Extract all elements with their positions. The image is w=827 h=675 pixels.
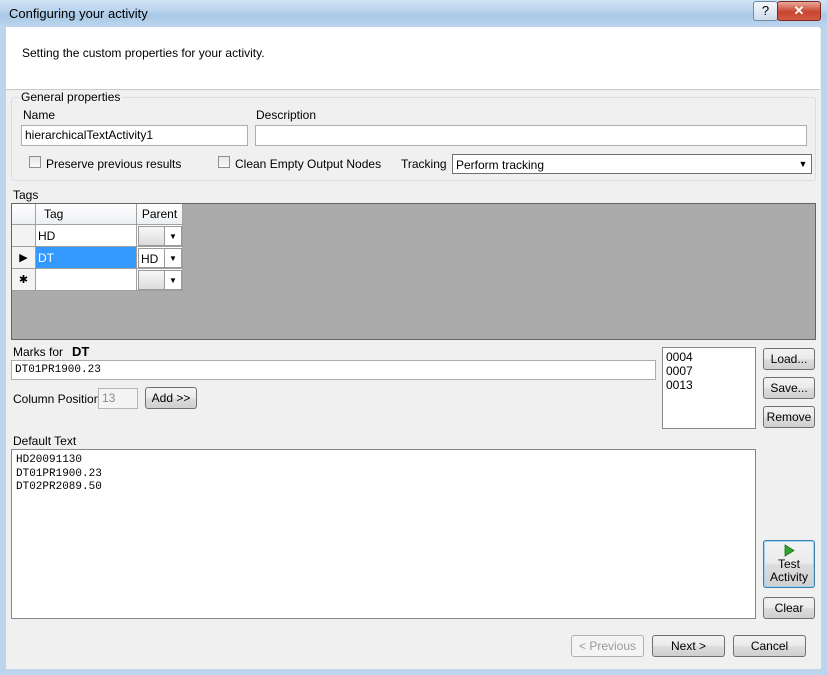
save-button[interactable]: Save...: [763, 377, 815, 399]
remove-button[interactable]: Remove: [763, 406, 815, 428]
load-button[interactable]: Load...: [763, 348, 815, 370]
default-text-area[interactable]: HD20091130 DT01PR1900.23 DT02PR2089.50: [11, 449, 756, 619]
preserve-results-label: Preserve previous results: [46, 157, 182, 171]
column-header-tag[interactable]: Tag: [36, 204, 137, 225]
add-mark-button[interactable]: Add >>: [145, 387, 197, 409]
tracking-label: Tracking: [401, 157, 447, 171]
header-description: Setting the custom properties for your a…: [22, 46, 265, 60]
name-input[interactable]: hierarchicalTextActivity1: [21, 125, 248, 146]
tag-cell[interactable]: HD: [36, 225, 137, 247]
chevron-down-icon: ▼: [164, 271, 181, 289]
general-properties-title: General properties: [19, 90, 123, 104]
column-position-input[interactable]: 13: [98, 388, 138, 409]
chevron-down-icon: ▼: [798, 159, 808, 169]
row-header-current[interactable]: ▶: [12, 247, 36, 269]
close-button[interactable]: ✕: [777, 1, 821, 21]
chevron-down-icon: ▼: [164, 249, 181, 267]
new-row-header[interactable]: ✱: [12, 269, 36, 291]
default-text-label: Default Text: [13, 434, 77, 448]
marks-for-tag: DT: [72, 344, 90, 359]
grid-corner-header: [12, 204, 36, 225]
marks-list[interactable]: 0004 0007 0013: [662, 347, 756, 429]
tags-label: Tags: [13, 188, 39, 202]
list-item[interactable]: 0007: [666, 364, 752, 378]
window-border-left: [0, 27, 6, 675]
window-title: Configuring your activity: [9, 6, 148, 21]
tags-grid[interactable]: Tag Parent HD ▼ ▶ DT HD ▼ ✱ ▼: [11, 203, 816, 340]
preserve-results-checkbox[interactable]: [29, 156, 41, 168]
parent-select[interactable]: ▼: [138, 226, 182, 246]
description-input[interactable]: [255, 125, 807, 146]
clean-empty-nodes-checkbox[interactable]: [218, 156, 230, 168]
window-border-bottom: [0, 669, 827, 675]
close-icon: ✕: [793, 3, 805, 18]
tracking-select[interactable]: Perform tracking ▼: [452, 154, 812, 174]
tag-cell-selected[interactable]: DT: [36, 247, 137, 269]
previous-button[interactable]: < Previous: [571, 635, 644, 657]
cancel-button[interactable]: Cancel: [733, 635, 806, 657]
tag-cell-new[interactable]: [36, 269, 137, 291]
column-position-label: Column Position: [13, 392, 101, 406]
list-item[interactable]: 0013: [666, 378, 752, 392]
marks-for-label: Marks for: [13, 345, 64, 359]
play-icon: [784, 544, 795, 557]
help-button[interactable]: ?: [753, 1, 778, 21]
name-label: Name: [23, 108, 56, 122]
row-header[interactable]: [12, 225, 36, 247]
parent-select[interactable]: HD ▼: [138, 248, 182, 268]
parent-select[interactable]: ▼: [138, 270, 182, 290]
clean-empty-nodes-label: Clean Empty Output Nodes: [235, 157, 382, 171]
window-border-right: [821, 27, 827, 675]
clear-button[interactable]: Clear: [763, 597, 815, 619]
marks-sample-input[interactable]: DT01PR1900.23: [11, 360, 656, 380]
column-header-parent[interactable]: Parent: [137, 204, 183, 225]
chevron-down-icon: ▼: [164, 227, 181, 245]
test-activity-button[interactable]: Test Activity: [763, 540, 815, 588]
next-button[interactable]: Next >: [652, 635, 725, 657]
list-item[interactable]: 0004: [666, 350, 752, 364]
description-label: Description: [256, 108, 317, 122]
